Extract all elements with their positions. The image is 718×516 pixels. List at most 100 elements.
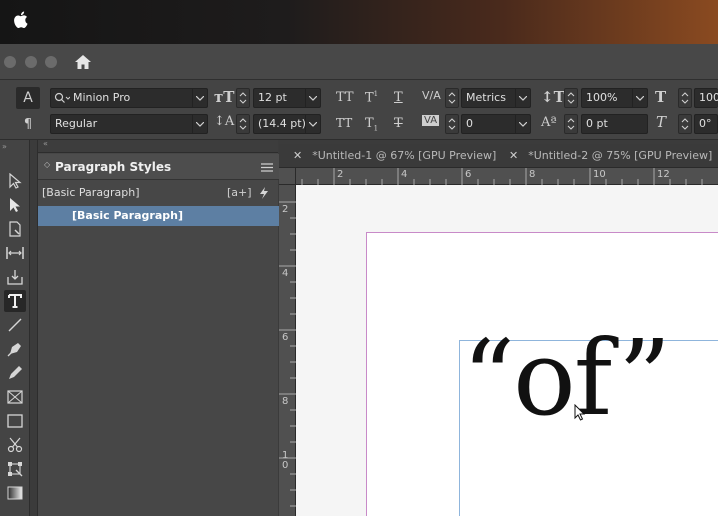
tab-label: *Untitled-1 @ 67% [GPU Preview] [312,149,497,162]
panel-menu-icon[interactable] [261,163,273,172]
current-style-label: [Basic Paragraph] [42,186,140,199]
tracking-stepper[interactable] [445,114,459,134]
gradient-swatch-tool-icon[interactable] [4,482,26,504]
kerning-stepper[interactable] [445,88,459,108]
vertical-scale-value: 100% [586,91,618,104]
selection-tool-icon[interactable] [4,170,26,192]
leading-value: (14.4 pt) [258,117,306,130]
font-family-value: Minion Pro [73,91,131,104]
tracking-value: 0 [466,117,473,130]
paragraph-styles-panel: « ◇ Paragraph Styles [Basic Paragraph] [… [37,139,279,516]
kerning-icon: V/A [422,89,441,102]
horizontal-scale-stepper[interactable] [678,88,692,108]
leading-field[interactable]: (14.4 pt) [253,114,321,134]
all-caps-label: TT [336,90,354,105]
horizontal-ruler[interactable]: 2 4 6 8 10 12 [296,168,718,185]
vertical-scale-stepper[interactable] [564,88,578,108]
direct-selection-tool-icon[interactable] [4,194,26,216]
superscript-label: T [365,90,374,106]
vertical-scale-icon: ↕T [541,88,565,106]
baseline-shift-field[interactable]: 0 pt [581,114,648,134]
paragraph-formatting-mode-button[interactable]: ¶ [16,113,40,135]
close-window-button[interactable] [4,56,16,68]
pencil-tool-icon[interactable] [4,362,26,384]
content-collector-tool-icon[interactable] [4,266,26,288]
panel-title: Paragraph Styles [55,160,172,174]
ruler-label: 12 [657,169,670,180]
chevron-down-icon[interactable] [305,115,320,133]
tab-label: *Untitled-2 @ 75% [GPU Preview] [528,149,713,162]
all-caps-button[interactable]: TT [336,90,354,105]
superscript-button[interactable]: T1 [365,90,378,105]
ruler-origin[interactable] [279,168,296,185]
line-tool-icon[interactable] [4,314,26,336]
scissors-tool-icon[interactable] [4,434,26,456]
font-family-field[interactable]: Minion Pro [50,88,208,108]
tab-untitled-2[interactable]: ✕ *Untitled-2 @ 75% [GPU Preview] [509,144,712,168]
create-style-button[interactable]: [a+] [227,183,252,203]
ruler-label: 10 [593,169,606,180]
kerning-field[interactable]: Metrics [461,88,531,108]
chevron-down-icon[interactable] [192,115,207,133]
chevron-down-icon[interactable] [632,89,647,107]
gap-tool-icon[interactable] [4,242,26,264]
text-frame-content[interactable]: “of” [462,326,671,430]
small-caps-button[interactable]: TT [336,116,352,130]
collapse-panel-icon[interactable]: « [43,139,48,148]
page-tool-icon[interactable] [4,218,26,240]
font-size-field[interactable]: 12 pt [253,88,321,108]
tab-untitled-1[interactable]: ✕ *Untitled-1 @ 67% [GPU Preview] [293,144,496,168]
rectangle-tool-icon[interactable] [4,410,26,432]
baseline-shift-stepper[interactable] [564,114,578,134]
free-transform-tool-icon[interactable] [4,458,26,480]
close-icon[interactable]: ✕ [293,149,302,162]
subscript-button[interactable]: T1 [365,116,378,133]
lightning-icon[interactable] [259,187,269,199]
horizontal-scale-icon: T [655,88,667,106]
horizontal-ruler-ticks [301,168,703,185]
panel-tab[interactable]: ◇ Paragraph Styles [38,154,279,180]
chevron-down-icon[interactable] [515,115,530,133]
home-icon[interactable] [74,54,92,70]
small-caps-label: TT [336,116,353,130]
pen-tool-icon[interactable] [4,338,26,360]
chevron-down-icon[interactable] [515,89,530,107]
menu-bar [0,0,718,44]
close-icon[interactable]: ✕ [509,149,518,162]
collapse-tools-icon[interactable]: » [2,142,7,151]
skew-field[interactable]: 0° [694,114,718,134]
strikethrough-button[interactable]: T [394,116,403,131]
chevron-down-icon[interactable] [192,89,207,107]
apple-menu-icon[interactable] [13,11,28,28]
vertical-scale-field[interactable]: 100% [581,88,648,108]
type-tool-icon[interactable] [4,290,26,312]
chevron-down-icon[interactable] [305,89,320,107]
leading-stepper[interactable] [236,114,250,134]
document-tab-bar: ✕ *Untitled-1 @ 67% [GPU Preview] ✕ *Untit… [279,144,718,168]
tracking-icon: VA [422,115,440,126]
style-name: [Basic Paragraph] [72,209,183,222]
ruler-label: 2 [337,169,344,180]
zoom-window-button[interactable] [45,56,57,68]
underline-button[interactable]: T [394,90,403,105]
list-item[interactable]: [Basic Paragraph] [38,206,279,226]
skew-stepper[interactable] [678,114,692,134]
search-icon [54,92,70,103]
cursor-icon [574,404,586,421]
font-size-value: 12 pt [258,91,287,104]
tracking-field[interactable]: 0 [461,114,531,134]
font-size-stepper[interactable] [236,88,250,108]
minimize-window-button[interactable] [25,56,37,68]
font-style-field[interactable]: Regular [50,114,208,134]
horizontal-scale-value: 100% [699,91,718,104]
panel-options-toggle-icon[interactable]: ◇ [44,160,50,169]
horizontal-scale-field[interactable]: 100% [694,88,718,108]
font-size-icon: ᴛT [214,88,235,106]
rectangle-frame-tool-icon[interactable] [4,386,26,408]
ruler-label: 4 [401,169,408,180]
character-mode-label: A [23,90,33,106]
vertical-ruler[interactable]: 2 4 6 8 1 0 [279,185,296,516]
character-formatting-mode-button[interactable]: A [16,87,40,109]
subscript-label: T [365,116,374,131]
ruler-label: 8 [529,169,536,180]
